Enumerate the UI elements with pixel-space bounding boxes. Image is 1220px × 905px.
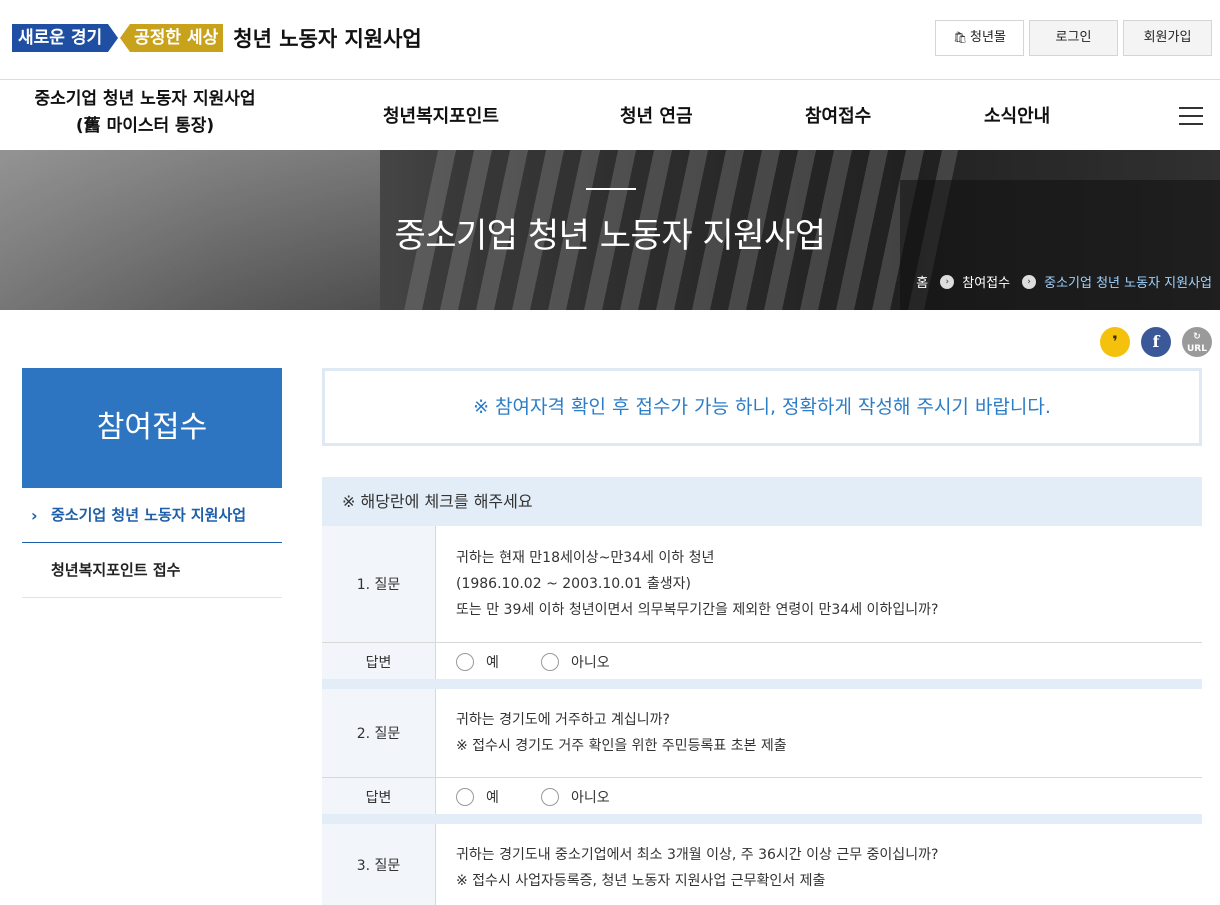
shopping-icon: 🛍 <box>953 31 968 44</box>
question-text: 귀하는 경기도에 거주하고 계십니까? ※ 접수시 경기도 거주 확인을 위한 … <box>456 712 787 754</box>
nav-brand[interactable]: 중소기업 청년 노동자 지원사업 (舊 마이스터 통장) <box>0 86 290 140</box>
nav-item-youth-pension[interactable]: 청년 연금 <box>620 102 693 128</box>
nav-item-application[interactable]: 참여접수 <box>805 102 871 128</box>
question-label: 3. 질문 <box>322 824 436 905</box>
answer-label: 답변 <box>322 643 436 680</box>
page-banner: 중소기업 청년 노동자 지원사업 홈 › 참여접수 › 중소기업 청년 노동자 … <box>0 150 1220 310</box>
logo-arrow <box>108 24 119 52</box>
q2-yes-radio[interactable]: 예 <box>456 787 499 807</box>
sidebar-item-youth-worker-support[interactable]: › 중소기업 청년 노동자 지원사업 <box>22 488 282 543</box>
radio-circle[interactable] <box>456 788 474 806</box>
eligibility-notice: ※ 참여자격 확인 후 접수가 가능 하니, 정확하게 작성해 주시기 바랍니다… <box>322 368 1202 446</box>
chevron-right-icon: › <box>940 274 955 289</box>
question-label: 1. 질문 <box>322 526 436 642</box>
answer-label: 답변 <box>322 778 436 815</box>
site-title: 청년 노동자 지원사업 <box>233 27 422 51</box>
radio-circle[interactable] <box>456 653 474 671</box>
radio-circle[interactable] <box>541 653 559 671</box>
row-gap <box>322 814 1202 824</box>
question-text: 귀하는 현재 만18세이상~만34세 이하 청년 (1986.10.02 ~ 2… <box>456 550 939 618</box>
breadcrumb-home[interactable]: 홈 <box>916 272 928 291</box>
logo-arrow <box>120 24 131 52</box>
chevron-right-icon: › <box>31 506 38 525</box>
nav-item-welfare-points[interactable]: 청년복지포인트 <box>383 102 499 128</box>
question-label: 2. 질문 <box>322 689 436 777</box>
nav-item-news[interactable]: 소식안내 <box>984 102 1050 128</box>
banner-divider <box>586 188 636 190</box>
main-nav: 중소기업 청년 노동자 지원사업 (舊 마이스터 통장) 청년복지포인트 청년 … <box>0 80 1220 150</box>
youth-mall-button[interactable]: 🛍 청년몰 <box>935 20 1024 56</box>
q2-no-radio[interactable]: 아니오 <box>541 787 610 807</box>
breadcrumb: 홈 › 참여접수 › 중소기업 청년 노동자 지원사업 <box>916 272 1212 291</box>
banner-title: 중소기업 청년 노동자 지원사업 <box>394 216 826 256</box>
facebook-share-icon[interactable]: f <box>1141 327 1171 357</box>
question-row: 3. 질문 귀하는 경기도내 중소기업에서 최소 3개월 이상, 주 36시간 … <box>322 824 1202 905</box>
url-copy-icon[interactable]: ↻ URL <box>1182 327 1212 357</box>
checklist-heading: ※ 해당란에 체크를 해주세요 <box>322 477 1202 526</box>
kakaostory-share-icon[interactable]: ❜ <box>1100 327 1130 357</box>
login-button[interactable]: 로그인 <box>1029 20 1118 56</box>
answer-row: 답변 예 아니오 <box>322 778 1202 816</box>
chevron-right-icon: › <box>1022 274 1037 289</box>
top-bar: 새로운 경기 공정한 세상 청년 노동자 지원사업 🛍 청년몰 로그인 회원가입 <box>0 0 1220 80</box>
sidebar-item-welfare-points-application[interactable]: 청년복지포인트 접수 <box>22 543 282 598</box>
row-gap <box>322 679 1202 689</box>
question-row: 2. 질문 귀하는 경기도에 거주하고 계십니까? ※ 접수시 경기도 거주 확… <box>322 689 1202 778</box>
logo-text-new-gyeonggi: 새로운 경기 <box>12 24 109 52</box>
q1-yes-radio[interactable]: 예 <box>456 652 499 672</box>
breadcrumb-current[interactable]: 중소기업 청년 노동자 지원사업 <box>1044 272 1212 291</box>
signup-button[interactable]: 회원가입 <box>1123 20 1212 56</box>
sidebar-heading: 참여접수 <box>22 368 282 488</box>
site-logo[interactable]: 새로운 경기 공정한 세상 청년 노동자 지원사업 <box>12 24 422 52</box>
question-row: 1. 질문 귀하는 현재 만18세이상~만34세 이하 청년 (1986.10.… <box>322 526 1202 643</box>
breadcrumb-application[interactable]: 참여접수 <box>962 272 1010 291</box>
logo-text-fair-world: 공정한 세상 <box>130 24 224 52</box>
answer-row: 답변 예 아니오 <box>322 643 1202 681</box>
menu-icon[interactable] <box>1179 107 1203 125</box>
question-text: 귀하는 경기도내 중소기업에서 최소 3개월 이상, 주 36시간 이상 근무 … <box>456 847 939 889</box>
q1-no-radio[interactable]: 아니오 <box>541 652 610 672</box>
radio-circle[interactable] <box>541 788 559 806</box>
